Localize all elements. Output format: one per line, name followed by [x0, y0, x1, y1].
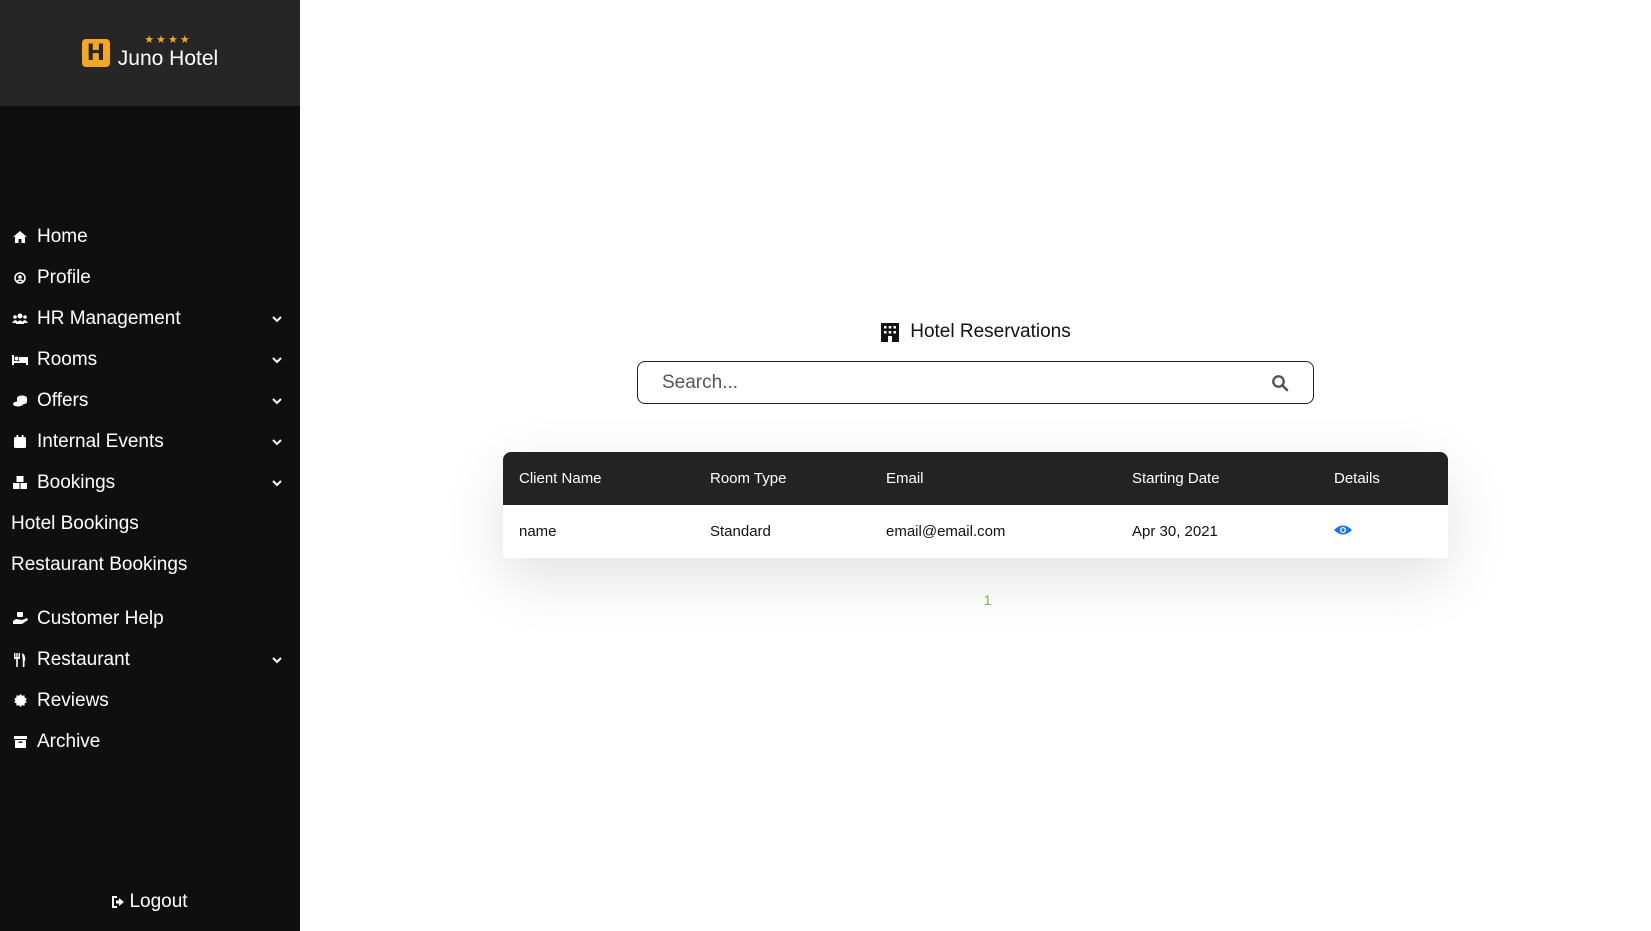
rating-stars: ★★★★ — [144, 34, 192, 46]
sidebar-item-customer-help[interactable]: Customer Help — [0, 598, 300, 639]
chevron-down-icon — [272, 656, 282, 663]
certificate-icon — [11, 694, 29, 707]
sidebar-item-offers[interactable]: Offers — [0, 380, 300, 421]
brand-header: H ★★★★ Juno Hotel — [0, 0, 300, 106]
main-content: Hotel Reservations Client Name Room Type… — [300, 0, 1651, 931]
chevron-down-icon — [272, 479, 282, 486]
column-header-client-name: Client Name — [519, 470, 602, 487]
hand-holding-icon — [11, 612, 29, 625]
sidebar-item-hr-management[interactable]: HR Management — [0, 298, 300, 339]
chevron-down-icon — [272, 356, 282, 363]
bed-icon — [11, 354, 29, 365]
column-header-details: Details — [1334, 470, 1380, 487]
hotel-logo-icon: H — [81, 39, 110, 67]
home-icon — [11, 230, 29, 243]
sidebar-item-internal-events[interactable]: Internal Events — [0, 421, 300, 462]
cell-client-name: name — [503, 505, 694, 558]
utensils-icon — [11, 652, 29, 667]
logout-label: Logout — [129, 891, 188, 912]
cell-email: email@email.com — [870, 505, 1116, 558]
sidebar-item-archive[interactable]: Archive — [0, 721, 300, 762]
sidebar-subitem-hotel-bookings[interactable]: Hotel Bookings — [0, 503, 300, 544]
sidebar-item-restaurant[interactable]: Restaurant — [0, 639, 300, 680]
cell-starting-date: Apr 30, 2021 — [1116, 505, 1318, 558]
cell-room-type: Standard — [694, 505, 870, 558]
chevron-down-icon — [272, 438, 282, 445]
page-title: Hotel Reservations — [300, 321, 1651, 343]
sidebar: H ★★★★ Juno Hotel Home Profile HR Manage… — [0, 0, 300, 931]
sidebar-item-reviews[interactable]: Reviews — [0, 680, 300, 721]
column-header-room-type: Room Type — [710, 470, 787, 487]
brand-logo[interactable]: H ★★★★ Juno Hotel — [81, 34, 219, 72]
reservations-table: Client Name Room Type Email Starting Dat… — [503, 452, 1448, 558]
column-header-starting-date: Starting Date — [1132, 470, 1220, 487]
coins-icon — [11, 395, 29, 407]
sidebar-item-rooms[interactable]: Rooms — [0, 339, 300, 380]
sign-out-icon — [112, 896, 125, 908]
calendar-icon — [11, 435, 29, 448]
archive-icon — [11, 735, 29, 748]
pagination: 1 — [300, 592, 1651, 608]
sidebar-subitem-restaurant-bookings[interactable]: Restaurant Bookings — [0, 544, 300, 585]
users-icon — [11, 313, 29, 324]
sidebar-item-profile[interactable]: Profile — [0, 257, 300, 298]
sidebar-nav: Home Profile HR Management Rooms Offers … — [0, 216, 300, 762]
logout-button[interactable]: Logout — [0, 891, 300, 913]
sidebar-item-bookings[interactable]: Bookings — [0, 462, 300, 503]
eye-icon[interactable] — [1334, 524, 1352, 536]
table-header-row: Client Name Room Type Email Starting Dat… — [503, 452, 1448, 505]
search-input[interactable] — [662, 371, 1271, 394]
cell-details — [1318, 505, 1448, 558]
table-row: name Standard email@email.com Apr 30, 20… — [503, 505, 1448, 558]
search-icon[interactable] — [1271, 374, 1289, 392]
boxes-icon — [11, 476, 29, 489]
user-circle-icon — [11, 271, 29, 284]
chevron-down-icon — [272, 397, 282, 404]
page-number[interactable]: 1 — [984, 592, 992, 608]
brand-name: Juno Hotel — [117, 47, 219, 70]
page-title-text: Hotel Reservations — [910, 321, 1071, 342]
search-bar — [637, 361, 1314, 404]
hotel-icon — [881, 323, 900, 342]
chevron-down-icon — [272, 315, 282, 322]
column-header-email: Email — [886, 470, 924, 487]
sidebar-item-home[interactable]: Home — [0, 216, 300, 257]
